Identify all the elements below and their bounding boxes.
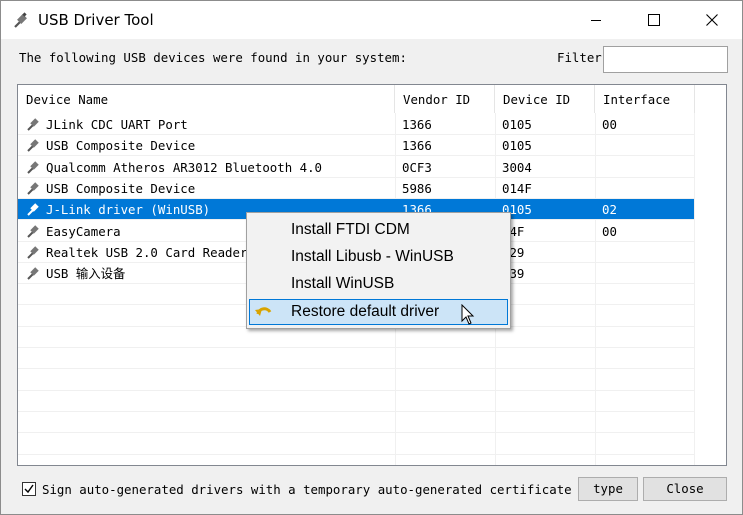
empty-row <box>18 370 694 391</box>
mouse-pointer-icon <box>461 304 475 325</box>
cell-interface <box>602 178 692 199</box>
cell-device: 14F <box>502 223 525 239</box>
empty-row <box>18 391 694 412</box>
close-button[interactable]: Close <box>643 477 727 501</box>
table-row[interactable]: USB Composite Device 1366 0105 <box>18 135 694 157</box>
column-divider <box>694 113 695 465</box>
usb-plug-icon <box>27 246 39 259</box>
usb-plug-icon <box>27 203 39 216</box>
menu-item-install-winusb[interactable]: Install WinUSB <box>249 271 508 297</box>
table-row[interactable]: USB Composite Device 5986 014F <box>18 178 694 199</box>
menu-item-install-libusb-winusb[interactable]: Install Libusb - WinUSB <box>249 244 508 270</box>
usb-plug-icon <box>14 12 27 28</box>
minimize-button[interactable] <box>567 1 625 39</box>
checkmark-icon <box>24 484 34 494</box>
usb-plug-icon <box>27 160 39 174</box>
menu-item-install-ftdi-cdm[interactable]: Install FTDI CDM <box>249 217 508 243</box>
cell-interface: 00 <box>602 223 617 239</box>
minimize-icon <box>591 20 601 21</box>
cell-device: 0105 <box>502 202 532 218</box>
column-header-interface[interactable]: Interface <box>595 85 695 113</box>
list-header: Device Name Vendor ID Device ID Interfac… <box>18 85 726 113</box>
column-header-device-name[interactable]: Device Name <box>18 85 395 113</box>
cell-vendor: 0CF3 <box>402 159 432 175</box>
cell-interface <box>602 263 692 284</box>
maximize-button[interactable] <box>625 1 683 39</box>
column-header-vendor-id[interactable]: Vendor ID <box>395 85 495 113</box>
cell-vendor: 5986 <box>402 180 432 196</box>
usb-plug-icon <box>27 182 39 195</box>
cell-device: 014F <box>502 180 532 196</box>
type-button[interactable]: type <box>578 477 638 501</box>
cell-interface <box>602 242 692 263</box>
cell-vendor: 1366 <box>402 117 432 132</box>
table-row[interactable]: Qualcomm Atheros AR3012 Bluetooth 4.0 0CF… <box>18 157 694 178</box>
cell-name: Qualcomm Atheros AR3012 Bluetooth 4.0 <box>46 159 323 175</box>
cell-name: JLink CDC UART Port <box>46 117 188 132</box>
empty-row <box>18 348 694 370</box>
close-window-button[interactable] <box>683 1 741 39</box>
sign-drivers-checkbox[interactable] <box>22 482 36 496</box>
maximize-icon <box>648 14 660 26</box>
filter-input[interactable] <box>603 46 728 73</box>
usb-plug-icon <box>27 118 39 131</box>
usb-plug-icon <box>27 139 39 153</box>
table-row[interactable]: JLink CDC UART Port 1366 0105 00 <box>18 114 694 135</box>
cell-interface: 02 <box>602 202 617 218</box>
undo-arrow-icon <box>255 307 272 316</box>
cell-device: 0105 <box>502 138 532 154</box>
cell-name: USB Composite Device <box>46 180 196 196</box>
cell-name: USB Composite Device <box>46 138 196 154</box>
cell-interface <box>602 135 692 156</box>
title-bar: USB Driver Tool <box>1 1 742 39</box>
column-header-device-id[interactable]: Device ID <box>495 85 595 113</box>
cell-interface <box>602 157 692 178</box>
usb-plug-icon <box>27 267 39 280</box>
empty-row <box>18 412 694 434</box>
cell-device: 0105 <box>502 117 532 132</box>
cell-device: 129 <box>502 244 525 260</box>
cell-device: 039 <box>502 266 525 282</box>
empty-row <box>18 327 694 348</box>
usb-driver-tool-window: USB Driver Tool The following USB device… <box>0 0 743 515</box>
sign-drivers-label: Sign auto-generated drivers with a tempo… <box>42 482 572 497</box>
window-title: USB Driver Tool <box>38 11 154 29</box>
menu-item-label: Restore default driver <box>291 303 440 320</box>
cell-vendor: 1366 <box>402 138 432 154</box>
usb-plug-icon <box>27 224 39 238</box>
close-icon <box>706 14 718 26</box>
cell-interface: 00 <box>602 117 617 132</box>
devices-found-label: The following USB devices were found in … <box>19 50 407 65</box>
filter-label: Filter <box>557 50 602 65</box>
cell-device: 3004 <box>502 159 532 175</box>
empty-row <box>18 434 694 455</box>
